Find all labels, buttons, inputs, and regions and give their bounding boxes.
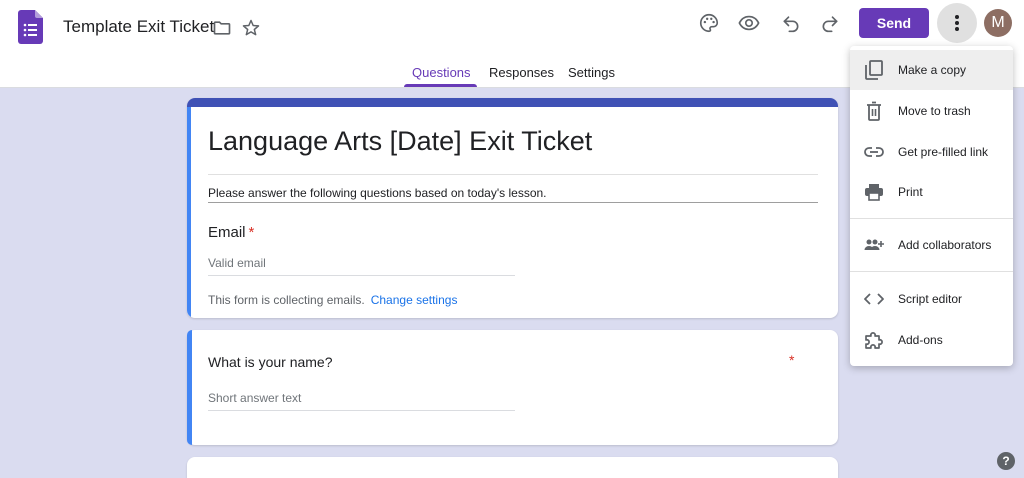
menu-divider: [850, 218, 1013, 219]
menu-item-script-editor[interactable]: Script editor: [850, 279, 1013, 319]
input-underline: [208, 410, 515, 411]
tab-responses[interactable]: Responses: [489, 65, 554, 80]
menu-item-move-to-trash[interactable]: Move to trash: [850, 91, 1013, 131]
required-asterisk: *: [789, 352, 795, 368]
more-options-button[interactable]: [937, 3, 977, 43]
question-label[interactable]: What is your name?: [208, 354, 333, 370]
theme-color-bar: [187, 98, 838, 107]
input-underline: [208, 275, 515, 276]
short-answer-placeholder: Short answer text: [208, 391, 302, 405]
undo-icon[interactable]: [779, 11, 803, 35]
folder-icon[interactable]: [210, 16, 234, 40]
email-question-label: Email *: [208, 224, 254, 241]
form-header-card[interactable]: Language Arts [Date] Exit Ticket Please …: [187, 98, 838, 318]
send-button[interactable]: Send: [859, 8, 929, 38]
email-placeholder: Valid email: [208, 256, 266, 270]
required-asterisk: *: [248, 224, 255, 241]
question-card[interactable]: What is your name? * Short answer text: [187, 330, 838, 445]
menu-item-print[interactable]: Print: [850, 172, 1013, 212]
menu-item-label: Script editor: [898, 292, 963, 306]
form-description[interactable]: Please answer the following questions ba…: [208, 186, 547, 200]
menu-item-label: Move to trash: [898, 104, 971, 118]
menu-item-label: Add collaborators: [898, 238, 992, 252]
tab-questions[interactable]: Questions: [412, 65, 471, 80]
tab-settings[interactable]: Settings: [568, 65, 615, 80]
menu-item-make-copy[interactable]: Make a copy: [850, 50, 1013, 90]
puzzle-icon: [864, 330, 884, 350]
divider: [208, 202, 818, 203]
menu-item-label: Add-ons: [898, 333, 943, 347]
menu-item-add-ons[interactable]: Add-ons: [850, 320, 1013, 360]
print-icon: [864, 182, 884, 202]
link-icon: [864, 142, 884, 162]
copy-icon: [864, 60, 884, 80]
email-collection-note: This form is collecting emails. Change se…: [208, 293, 457, 307]
code-icon: [864, 289, 884, 309]
trash-icon: [864, 101, 884, 121]
account-avatar[interactable]: M: [984, 9, 1012, 37]
change-settings-link[interactable]: Change settings: [371, 293, 458, 307]
palette-icon[interactable]: [697, 11, 721, 35]
forms-logo-icon[interactable]: [18, 10, 43, 44]
form-title[interactable]: Language Arts [Date] Exit Ticket: [208, 126, 592, 157]
menu-item-add-collaborators[interactable]: Add collaborators: [850, 225, 1013, 265]
menu-item-label: Print: [898, 185, 923, 199]
add-people-icon: [864, 235, 884, 255]
question-card-accent: [187, 330, 192, 445]
redo-icon[interactable]: [818, 11, 842, 35]
preview-eye-icon[interactable]: [737, 11, 761, 35]
menu-item-label: Make a copy: [898, 63, 967, 77]
email-label-text: Email: [208, 224, 246, 241]
divider: [208, 174, 818, 175]
more-options-menu: Make a copy Move to trash Get pre-filled…: [850, 46, 1013, 366]
question-card[interactable]: [187, 457, 838, 478]
collect-note-text: This form is collecting emails.: [208, 293, 365, 307]
help-button[interactable]: ?: [997, 452, 1015, 470]
menu-divider: [850, 271, 1013, 272]
star-icon[interactable]: [239, 16, 263, 40]
document-title[interactable]: Template Exit Ticket: [63, 17, 214, 37]
menu-item-get-prefilled-link[interactable]: Get pre-filled link: [850, 132, 1013, 172]
active-tab-indicator: [404, 84, 477, 87]
selected-card-accent: [187, 107, 191, 318]
menu-item-label: Get pre-filled link: [898, 145, 989, 159]
more-vert-icon: [955, 15, 959, 31]
